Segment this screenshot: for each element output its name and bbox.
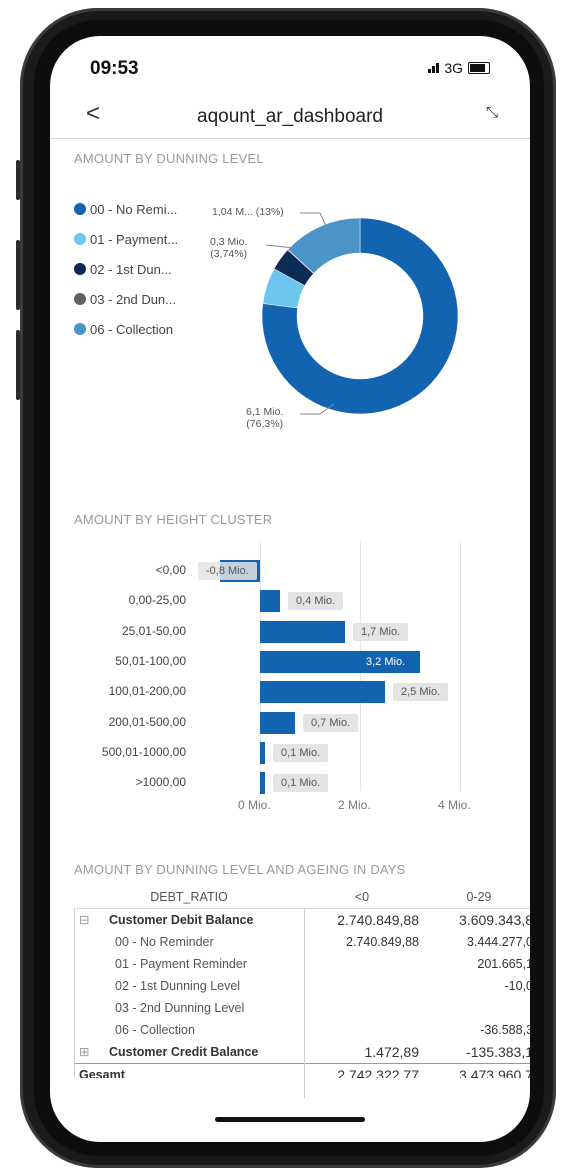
- row-label: 00 - No Reminder: [115, 935, 214, 949]
- bar-value-label: 0,1 Mio.: [273, 774, 329, 793]
- cell-0-29: -135.383,1: [466, 1044, 530, 1060]
- cell-lt0: 1.472,89: [364, 1044, 420, 1060]
- row-label: Customer Credit Balance: [109, 1045, 259, 1059]
- screen: 09:53 3G < aqount_ar_dashboard ⤡ AMOUNT …: [50, 36, 530, 1142]
- y-tick-label: 50,01-100,00: [115, 653, 186, 668]
- y-tick-label: >1000,00: [135, 775, 186, 790]
- bar-value-label: 1,7 Mio.: [353, 622, 409, 641]
- bar-value-label: 0,1 Mio.: [273, 743, 329, 762]
- row-label: 02 - 1st Dunning Level: [115, 979, 241, 993]
- table-row[interactable]: 02 - 1st Dunning Level -10,0: [75, 975, 530, 997]
- cell-lt0: 2.742.322,77: [337, 1067, 419, 1078]
- collapse-row-icon[interactable]: ⊟: [79, 909, 89, 931]
- x-tick-label: 0 Mio.: [238, 798, 271, 812]
- bar[interactable]: [260, 620, 345, 643]
- table-row[interactable]: 01 - Payment Reminder 201.665,1: [75, 953, 530, 975]
- table-row[interactable]: ⊞ Customer Credit Balance 1.472,89 -135.383…: [75, 1041, 530, 1063]
- cell-0-29: 3.609.343,8: [459, 912, 530, 928]
- bar[interactable]: [260, 590, 280, 613]
- table-row[interactable]: Gesamt 2.742.322,77 3.473.960,7: [75, 1063, 530, 1078]
- table-divider: [304, 908, 305, 1098]
- section-title-height: AMOUNT BY HEIGHT CLUSTER: [74, 512, 273, 527]
- x-tick-label: 2 Mio.: [338, 798, 371, 812]
- table-header: DEBT_RATIO <0 0-29: [74, 886, 530, 909]
- bar[interactable]: [260, 681, 385, 704]
- table-row[interactable]: 00 - No Reminder 2.740.849,88 3.444.277,0: [75, 931, 530, 953]
- bar[interactable]: [260, 772, 265, 795]
- y-tick-label: 500,01-1000,00: [101, 744, 186, 759]
- home-indicator[interactable]: [215, 1117, 365, 1122]
- grid-line: [460, 541, 461, 791]
- row-label: 01 - Payment Reminder: [115, 957, 248, 971]
- y-tick-label: 0,00-25,00: [128, 593, 186, 608]
- y-tick-label: <0,00: [155, 563, 186, 577]
- cell-lt0: 2.740.849,88: [337, 912, 419, 928]
- header-0-29[interactable]: 0-29: [424, 886, 530, 908]
- expand-row-icon[interactable]: ⊞: [79, 1041, 89, 1063]
- bar-value-label: -0,8 Mio.: [198, 562, 257, 580]
- side-button: [16, 240, 20, 310]
- x-tick-label: 4 Mio.: [438, 798, 471, 812]
- row-label: Customer Debit Balance: [109, 913, 254, 927]
- side-button: [16, 330, 20, 400]
- row-label: 03 - 2nd Dunning Level: [115, 1001, 245, 1015]
- cell-0-29: -10,0: [504, 979, 531, 993]
- y-tick-label: 25,01-50,00: [121, 623, 186, 638]
- table-row[interactable]: 06 - Collection -36.588,3: [75, 1019, 530, 1041]
- bar-value-label: 3,2 Mio.: [366, 655, 406, 668]
- header-lt0[interactable]: <0: [304, 886, 420, 908]
- y-tick-label: 200,01-500,00: [108, 714, 186, 729]
- matrix-table: DEBT_RATIO <0 0-29 ⊟ Customer Debit Balan…: [74, 886, 530, 1098]
- table-body: ⊟ Customer Debit Balance 2.740.849,88 3.609…: [74, 909, 530, 1078]
- donut-leader-lines: [265, 212, 335, 415]
- table-row[interactable]: 03 - 2nd Dunning Level: [75, 997, 530, 1019]
- bar[interactable]: [260, 711, 295, 734]
- cell-0-29: 3.444.277,0: [466, 935, 530, 949]
- cell-0-29: -36.588,3: [480, 1023, 530, 1037]
- bar-value-label: 2,5 Mio.: [393, 683, 449, 702]
- cell-0-29: 3.473.960,7: [459, 1067, 530, 1078]
- bar-value-label: 0,4 Mio.: [288, 592, 344, 611]
- side-button: [16, 160, 20, 200]
- header-debt-ratio[interactable]: DEBT_RATIO: [74, 886, 304, 908]
- table-row[interactable]: ⊟ Customer Debit Balance 2.740.849,88 3.609…: [75, 909, 530, 931]
- row-label: 06 - Collection: [115, 1023, 195, 1037]
- section-title-table: AMOUNT BY DUNNING LEVEL AND AGEING IN DA…: [74, 862, 406, 877]
- row-label: Gesamt: [79, 1068, 125, 1078]
- bar[interactable]: [260, 741, 265, 764]
- cell-0-29: 201.665,1: [477, 957, 530, 971]
- y-tick-label: 100,01-200,00: [108, 684, 186, 699]
- cell-lt0: 2.740.849,88: [346, 935, 419, 949]
- bar-value-label: 0,7 Mio.: [303, 713, 359, 732]
